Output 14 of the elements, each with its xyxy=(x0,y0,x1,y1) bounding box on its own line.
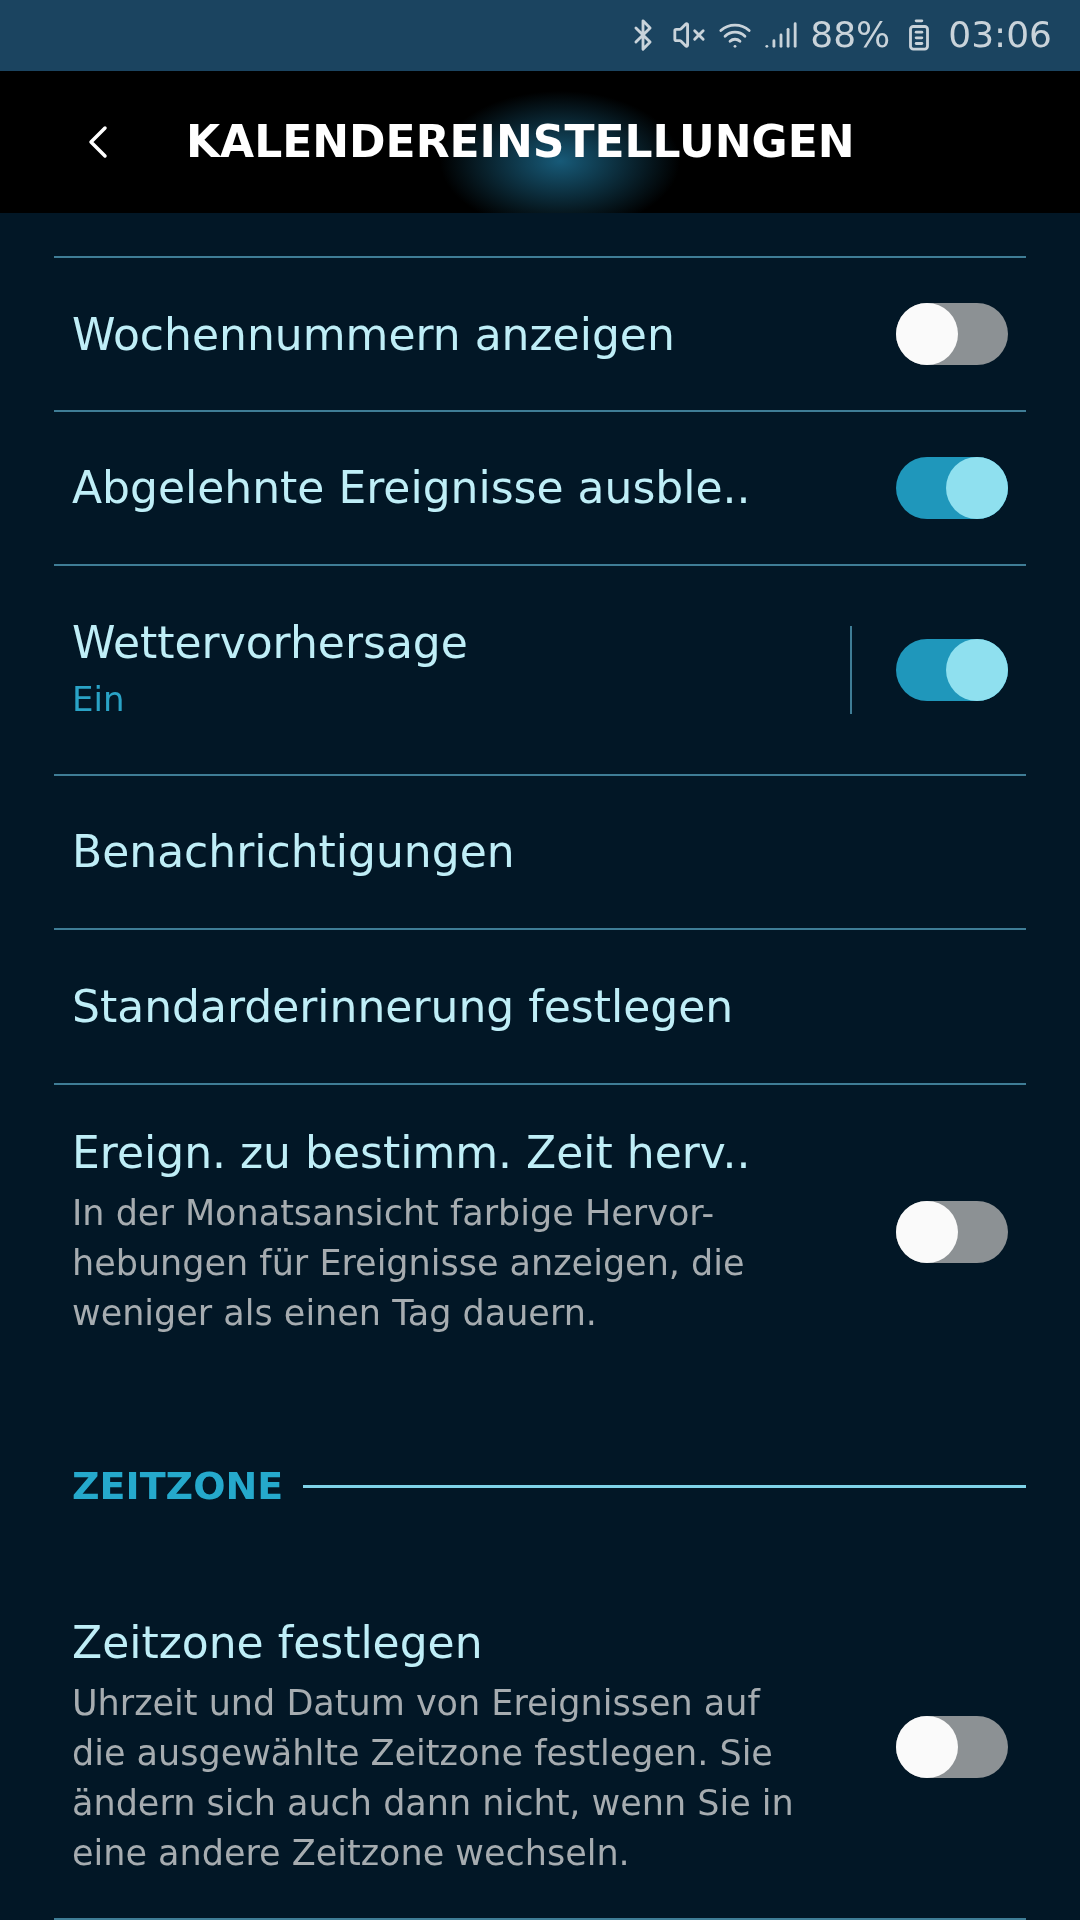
section-header: ZEITZONE xyxy=(72,1463,284,1510)
setting-status: Ein xyxy=(72,677,126,721)
setting-title: Ereign. zu bestimm. Zeit herv.. xyxy=(72,1126,752,1180)
setting-title: Wochennummern anzeigen xyxy=(72,307,676,362)
clock: 03:06 xyxy=(948,13,1052,58)
settings-item[interactable]: Benachrichtigungen xyxy=(0,775,1080,929)
battery-percent: 88% xyxy=(810,13,891,58)
settings-item[interactable]: Standarderinnerung festlegen xyxy=(0,930,1080,1084)
setting-title: Wettervorhersage xyxy=(72,615,469,670)
setting-description: Uhrzeit und Datum von Ereignissen auf die ausgewählte Zeitzone festlegen. Sie ändern sich auch dann nicht, wenn Sie in eine andere Zeitzone wechseln. xyxy=(72,1682,795,1875)
setting-title: Abgelehnte Ereignisse ausble.. xyxy=(72,461,752,516)
screen-title: KALENDEREINSTELLUNGEN xyxy=(186,114,855,169)
setting-description: In der Monatsansicht farbige Hervor- hebungen für Ereignisse anzeigen, die weniger als einen Tag dauern. xyxy=(72,1192,746,1335)
setting-title: Zeitzone festlegen xyxy=(72,1616,484,1670)
